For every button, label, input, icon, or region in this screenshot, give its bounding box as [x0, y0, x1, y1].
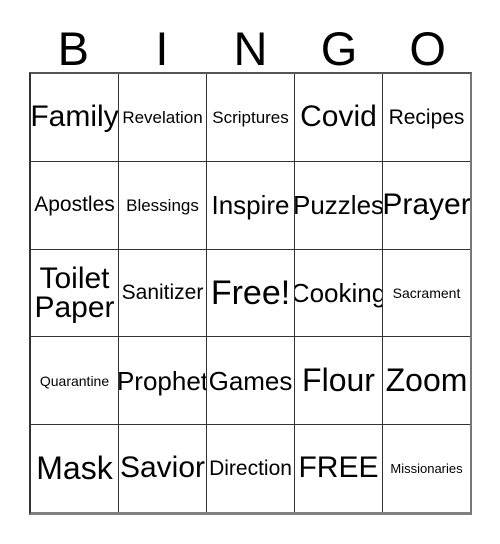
bingo-cell[interactable]: Revelation — [118, 74, 206, 161]
bingo-cell[interactable]: Mask — [31, 425, 118, 512]
bingo-header-letter-g: G — [295, 12, 384, 72]
bingo-cell-label: Quarantine — [39, 372, 110, 389]
bingo-cell[interactable]: Puzzles — [294, 161, 382, 249]
bingo-cell[interactable]: Missionaries — [382, 425, 470, 512]
bingo-cell[interactable]: Prophet — [118, 337, 206, 425]
bingo-cell-label: Family — [31, 100, 118, 134]
bingo-cell[interactable]: Scriptures — [206, 74, 294, 161]
bingo-cell[interactable]: Zoom — [382, 337, 470, 425]
bingo-cell[interactable]: Direction — [206, 425, 294, 512]
bingo-header-letter-i: I — [118, 12, 207, 72]
header-letter-text: N — [233, 22, 268, 75]
bingo-cell[interactable]: Family — [31, 74, 118, 161]
bingo-header-letter-o: O — [383, 12, 472, 72]
bingo-cell[interactable]: Cooking — [294, 249, 382, 337]
bingo-card: B I N G O Family Revelation Scriptures C… — [29, 12, 472, 515]
bingo-header-letter-n: N — [206, 12, 295, 72]
bingo-cell-label: Missionaries — [390, 460, 463, 476]
header-letter-text: B — [57, 22, 89, 75]
bingo-header-letter-b: B — [29, 12, 118, 72]
bingo-cell-label: Free! — [210, 273, 291, 312]
bingo-cell-label: Blessings — [126, 195, 199, 215]
bingo-cell-label: Puzzles — [294, 189, 382, 220]
bingo-row: Mask Savior Direction FREE Missionaries — [31, 424, 470, 512]
bingo-row: Toilet Paper Sanitizer Free! Cooking Sac… — [31, 248, 470, 337]
bingo-cell[interactable]: Recipes — [382, 74, 470, 161]
bingo-row: Quarantine Prophet Games Flour Zoom — [31, 336, 470, 425]
bingo-cell-label: Inspire — [211, 189, 290, 220]
bingo-cell-label: Direction — [209, 456, 292, 480]
header-letter-text: I — [155, 22, 169, 75]
header-letter-text: O — [409, 22, 446, 75]
bingo-header: B I N G O — [29, 12, 472, 72]
bingo-cell-label: Cooking — [294, 277, 382, 308]
bingo-cell[interactable]: Toilet Paper — [31, 250, 118, 337]
bingo-cell-label: Recipes — [388, 105, 465, 129]
bingo-cell[interactable]: Savior — [118, 425, 206, 512]
bingo-cell-label: Zoom — [385, 362, 468, 399]
header-letter-text: G — [320, 22, 358, 75]
bingo-cell[interactable]: Covid — [294, 74, 382, 161]
bingo-cell[interactable]: Apostles — [31, 162, 118, 249]
bingo-cell[interactable]: Blessings — [118, 161, 206, 249]
bingo-cell[interactable]: Sanitizer — [118, 249, 206, 337]
bingo-cell[interactable]: Inspire — [206, 161, 294, 249]
bingo-cell[interactable]: Sacrament — [382, 249, 470, 337]
bingo-cell-label: Scriptures — [212, 107, 289, 127]
bingo-cell-label: Revelation — [122, 107, 203, 127]
bingo-cell-label: Apostles — [34, 193, 115, 217]
bingo-cell-label: Flour — [302, 362, 375, 399]
bingo-cell-label: Prophet — [118, 365, 206, 396]
bingo-cell-label: Sanitizer — [121, 281, 204, 305]
bingo-cell-free-space[interactable]: FREE — [294, 425, 382, 512]
bingo-row: Apostles Blessings Inspire Puzzles Praye… — [31, 160, 470, 249]
bingo-cell-label: Covid — [300, 100, 377, 134]
bingo-cell-free-space[interactable]: Free! — [206, 249, 294, 337]
bingo-cell-label: Games — [208, 365, 293, 396]
bingo-cell-label: Mask — [36, 450, 113, 487]
bingo-cell-label: Prayer — [382, 187, 470, 221]
bingo-cell-label: FREE — [298, 451, 379, 485]
bingo-cell[interactable]: Quarantine — [31, 337, 118, 424]
bingo-cell[interactable]: Prayer — [382, 161, 470, 249]
bingo-cell[interactable]: Flour — [294, 337, 382, 425]
bingo-cell-label: Savior — [119, 451, 206, 485]
bingo-cell-label: Toilet Paper — [34, 261, 115, 324]
bingo-cell[interactable]: Games — [206, 337, 294, 425]
bingo-grid: Family Revelation Scriptures Covid Recip… — [29, 72, 472, 515]
bingo-cell-label: Sacrament — [392, 284, 461, 301]
bingo-row: Family Revelation Scriptures Covid Recip… — [31, 74, 470, 161]
